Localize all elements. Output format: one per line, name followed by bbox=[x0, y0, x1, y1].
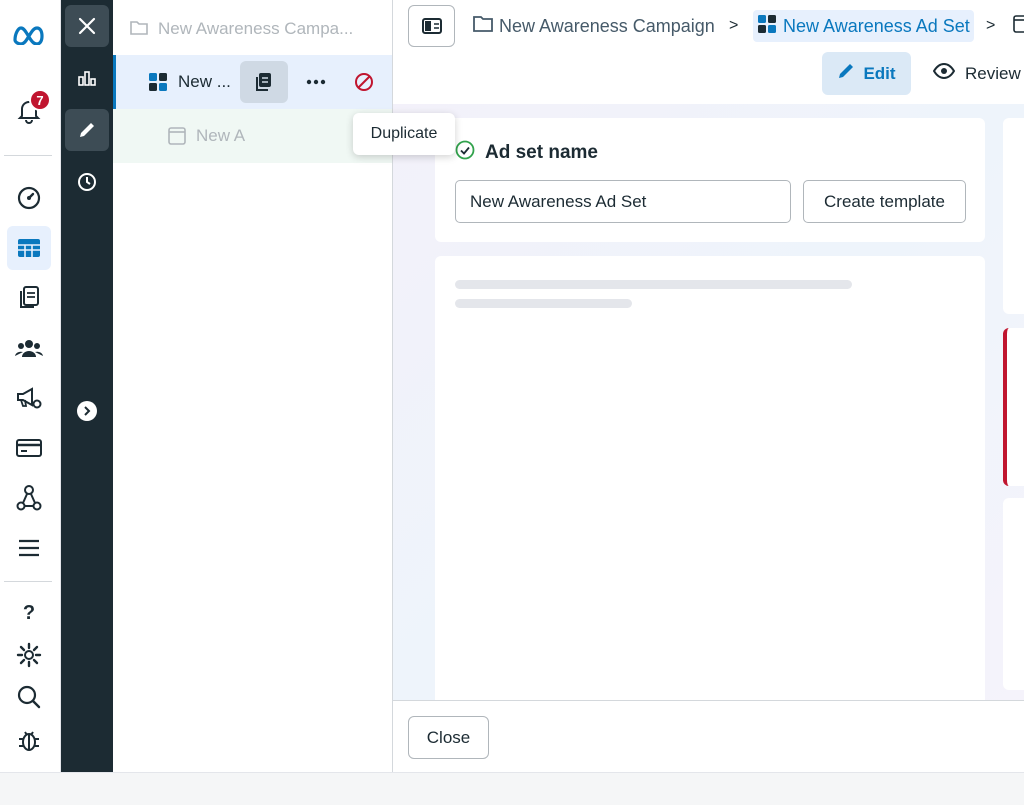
loading-skeleton-line bbox=[455, 280, 852, 289]
bug-icon[interactable] bbox=[7, 718, 51, 762]
tree-item-adset-label: New ... bbox=[178, 72, 231, 91]
check-circle-icon bbox=[455, 140, 475, 166]
folder-icon bbox=[473, 15, 493, 37]
editor-footer: Close bbox=[393, 700, 1024, 772]
people-icon[interactable] bbox=[7, 326, 51, 370]
breadcrumb-adset[interactable]: New Awareness Ad Set bbox=[753, 10, 974, 42]
side-card-error bbox=[1003, 328, 1024, 486]
breadcrumb-ad[interactable] bbox=[1013, 10, 1024, 42]
adset-name-card: Ad set name Create template bbox=[435, 118, 985, 242]
menu-icon[interactable] bbox=[7, 526, 51, 570]
adset-grid-icon bbox=[148, 72, 168, 97]
create-template-button[interactable]: Create template bbox=[803, 180, 966, 223]
editor-tool-strip bbox=[61, 0, 113, 772]
network-icon[interactable] bbox=[7, 476, 51, 520]
megaphone-gear-icon[interactable] bbox=[7, 376, 51, 420]
chevron-right-circle-icon[interactable] bbox=[65, 390, 109, 432]
help-icon[interactable]: ? bbox=[7, 591, 51, 635]
adset-name-title: Ad set name bbox=[485, 142, 598, 163]
tree-item-ad-label: New A bbox=[196, 126, 246, 145]
side-card-lower bbox=[1003, 498, 1024, 690]
pages-icon[interactable] bbox=[7, 276, 51, 320]
tree-item-ad[interactable]: New A bbox=[113, 109, 392, 163]
ad-icon bbox=[168, 127, 186, 150]
bottom-strip bbox=[0, 772, 1024, 805]
turn-off-icon[interactable] bbox=[350, 68, 378, 96]
pencil-icon[interactable] bbox=[65, 109, 109, 151]
tree-item-campaign-label: New Awareness Campa... bbox=[158, 19, 354, 38]
global-nav-rail: 7 ? bbox=[0, 0, 61, 772]
table-icon[interactable] bbox=[7, 226, 51, 270]
more-options-button[interactable] bbox=[302, 68, 330, 96]
rail-divider-2 bbox=[4, 581, 52, 582]
review-button[interactable]: Review bbox=[932, 52, 1021, 95]
gear-icon[interactable] bbox=[7, 633, 51, 677]
breadcrumb-separator-2: > bbox=[986, 17, 996, 34]
duplicate-tooltip: Duplicate bbox=[353, 113, 455, 155]
review-button-label: Review bbox=[965, 63, 1021, 83]
eye-icon bbox=[932, 62, 956, 84]
editor-main: New Awareness Campaign > New Awareness A… bbox=[393, 0, 1024, 772]
edit-button[interactable]: Edit bbox=[822, 52, 911, 95]
close-button[interactable]: Close bbox=[408, 716, 489, 759]
edit-button-label: Edit bbox=[863, 63, 896, 83]
adset-name-header: Ad set name bbox=[455, 140, 598, 166]
meta-logo-icon[interactable] bbox=[7, 12, 51, 56]
ad-icon bbox=[1013, 14, 1024, 38]
pencil-icon bbox=[837, 62, 855, 85]
tree-item-campaign[interactable]: New Awareness Campa... bbox=[113, 2, 392, 56]
panel-toggle-button[interactable] bbox=[408, 5, 455, 47]
loading-skeleton-line-short bbox=[455, 299, 632, 308]
card-icon[interactable] bbox=[7, 426, 51, 470]
bar-chart-icon[interactable] bbox=[65, 57, 109, 99]
rail-divider bbox=[4, 155, 52, 156]
tree-item-adset[interactable]: New ... bbox=[113, 55, 392, 109]
adset-grid-icon bbox=[757, 14, 777, 39]
loading-card bbox=[435, 256, 985, 700]
editor-canvas: Ad set name Create template bbox=[393, 104, 1024, 700]
duplicate-button[interactable] bbox=[240, 61, 288, 103]
folder-icon bbox=[130, 20, 148, 41]
breadcrumb-campaign[interactable]: New Awareness Campaign bbox=[473, 10, 715, 42]
breadcrumb-campaign-label: New Awareness Campaign bbox=[499, 15, 715, 36]
campaign-tree-panel: New Awareness Campa... New ... New A Dup… bbox=[113, 0, 455, 772]
adset-name-input[interactable] bbox=[455, 180, 791, 223]
editor-topbar: New Awareness Campaign > New Awareness A… bbox=[393, 0, 1024, 104]
close-icon[interactable] bbox=[65, 5, 109, 47]
side-card bbox=[1003, 118, 1024, 314]
notification-badge: 7 bbox=[29, 89, 51, 111]
gauge-icon[interactable] bbox=[7, 176, 51, 220]
clock-icon[interactable] bbox=[65, 161, 109, 203]
breadcrumb-adset-label: New Awareness Ad Set bbox=[783, 15, 970, 36]
search-icon[interactable] bbox=[7, 675, 51, 719]
breadcrumb-separator: > bbox=[729, 17, 739, 34]
